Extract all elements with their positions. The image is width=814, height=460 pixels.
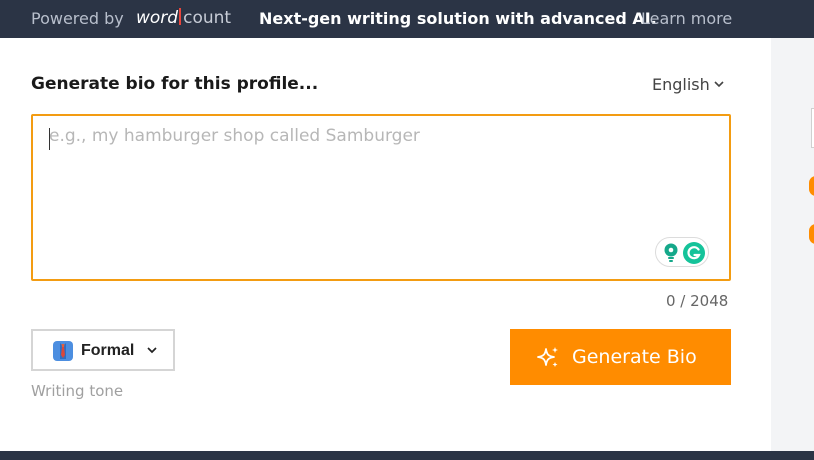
form-title: Generate bio for this profile...: [31, 74, 319, 94]
side-panel: [771, 38, 814, 451]
character-counter: 0 / 2048: [666, 292, 729, 310]
chevron-down-icon: [147, 347, 157, 354]
necktie-icon: [53, 341, 73, 361]
bio-input-box: [31, 114, 731, 281]
tone-value: Formal: [81, 342, 135, 359]
sparkles-icon: [537, 347, 558, 367]
bio-input[interactable]: [33, 116, 729, 279]
bottom-bar: [0, 451, 814, 460]
language-select[interactable]: English: [652, 75, 724, 94]
generate-bio-button[interactable]: Generate Bio: [510, 329, 731, 385]
grammarly-icon: [683, 242, 705, 264]
promo-text: Next-gen writing solution with advanced …: [259, 9, 657, 28]
powered-by-text: Powered by: [31, 9, 124, 28]
language-value: English: [652, 75, 710, 94]
grammarly-widget[interactable]: [655, 237, 709, 267]
top-banner: Powered by word count Next-gen writing so…: [0, 0, 814, 38]
wordcount-logo[interactable]: word count: [136, 8, 231, 28]
generate-bio-label: Generate Bio: [572, 346, 697, 368]
lightbulb-icon: [664, 243, 678, 262]
side-option-radio-1[interactable]: [809, 176, 814, 196]
logo-word: word: [136, 8, 179, 28]
logo-caret: [179, 8, 182, 25]
writing-tone-select[interactable]: Formal: [31, 329, 175, 371]
text-cursor: [49, 128, 50, 150]
side-option-radio-2[interactable]: [809, 224, 814, 244]
logo-count: count: [183, 8, 232, 28]
chevron-down-icon: [714, 81, 724, 88]
learn-more-link[interactable]: Learn more: [641, 9, 732, 28]
writing-tone-caption: Writing tone: [31, 382, 124, 400]
